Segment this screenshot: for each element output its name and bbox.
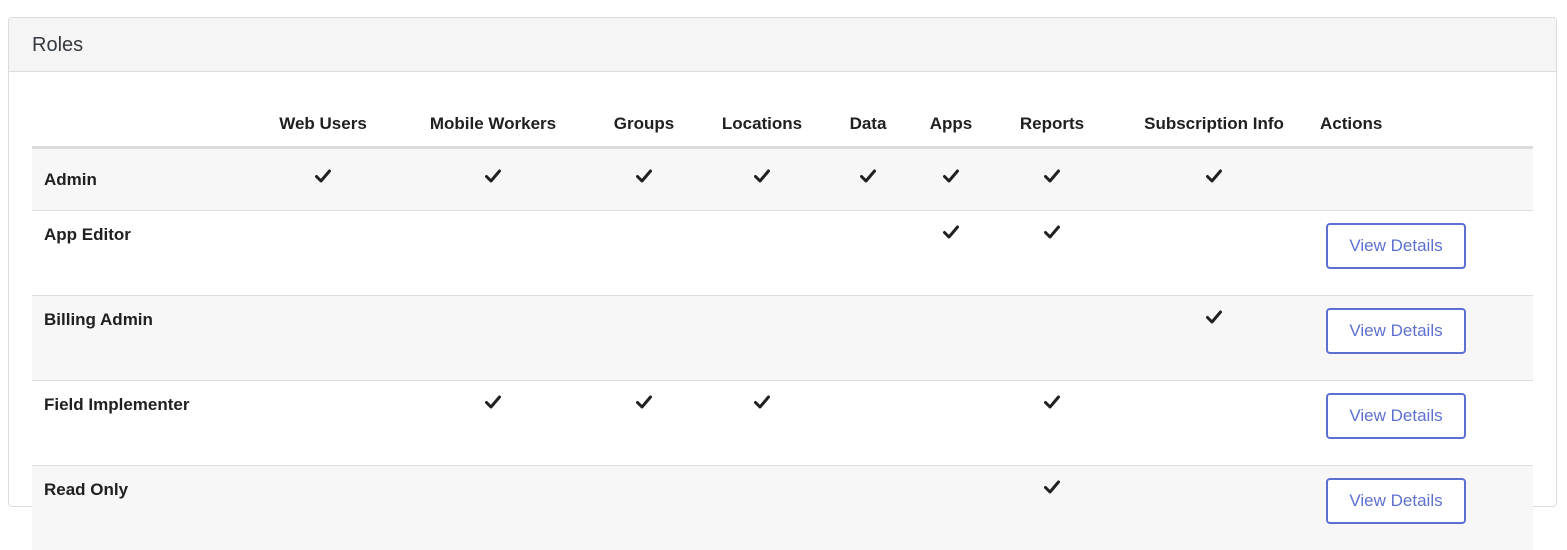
role-name-admin: Admin <box>32 148 248 211</box>
roles-table-body: AdminApp EditorView DetailsBilling Admin… <box>32 148 1533 550</box>
check-icon <box>1044 225 1060 241</box>
permission-cell <box>700 466 824 550</box>
check-icon <box>1044 395 1060 411</box>
roles-panel: Roles Web Users Mobile Workers <box>8 17 1557 507</box>
permission-cell <box>588 148 700 211</box>
permission-cell <box>1114 296 1314 381</box>
header-web-users: Web Users <box>248 101 398 148</box>
header-reports: Reports <box>990 101 1114 148</box>
header-data: Data <box>824 101 912 148</box>
permission-cell <box>990 381 1114 466</box>
actions-cell: View Details <box>1314 211 1533 296</box>
table-row: Read Only View Details <box>32 466 1533 550</box>
view-details-button[interactable]: View Details <box>1326 393 1466 439</box>
permission-cell <box>1114 466 1314 550</box>
table-header-row: Web Users Mobile Workers Groups Location… <box>32 101 1533 148</box>
permission-cell <box>824 211 912 296</box>
permission-cell <box>700 148 824 211</box>
permission-cell <box>824 381 912 466</box>
permission-cell <box>398 296 588 381</box>
permission-cell <box>398 466 588 550</box>
permission-cell <box>912 381 990 466</box>
role-name-billing-admin: Billing Admin <box>32 296 248 381</box>
actions-cell <box>1314 148 1533 211</box>
permission-cell <box>990 148 1114 211</box>
permission-cell <box>588 381 700 466</box>
permission-cell <box>1114 148 1314 211</box>
role-name-read-only: Read Only <box>32 466 248 550</box>
roles-table: Web Users Mobile Workers Groups Location… <box>32 101 1533 550</box>
table-row: Billing Admin View Details <box>32 296 1533 381</box>
header-locations: Locations <box>700 101 824 148</box>
permission-cell <box>912 466 990 550</box>
check-icon <box>485 395 501 411</box>
role-name-field-implementer: Field Implementer <box>32 381 248 466</box>
permission-cell <box>990 466 1114 550</box>
actions-cell: View Details <box>1314 381 1533 466</box>
check-icon <box>943 225 959 241</box>
view-details-button[interactable]: View Details <box>1326 478 1466 524</box>
permission-cell <box>248 296 398 381</box>
header-actions: Actions <box>1314 101 1533 148</box>
permission-cell <box>588 296 700 381</box>
check-icon <box>1044 169 1060 185</box>
permission-cell <box>912 296 990 381</box>
panel-title: Roles <box>9 18 1556 72</box>
permission-cell <box>700 381 824 466</box>
permission-cell <box>824 148 912 211</box>
check-icon <box>943 169 959 185</box>
permission-cell <box>398 148 588 211</box>
permission-cell <box>588 211 700 296</box>
permission-cell <box>248 381 398 466</box>
permission-cell <box>248 211 398 296</box>
permission-cell <box>1114 381 1314 466</box>
permission-cell <box>248 466 398 550</box>
check-icon <box>1044 480 1060 496</box>
check-icon <box>1206 169 1222 185</box>
role-name-app-editor: App Editor <box>32 211 248 296</box>
header-subscription-info: Subscription Info <box>1114 101 1314 148</box>
permission-cell <box>990 211 1114 296</box>
permission-cell <box>990 296 1114 381</box>
permission-cell <box>700 211 824 296</box>
table-row: Field Implementer View Details <box>32 381 1533 466</box>
check-icon <box>485 169 501 185</box>
check-icon <box>860 169 876 185</box>
view-details-button[interactable]: View Details <box>1326 308 1466 354</box>
check-icon <box>636 169 652 185</box>
actions-cell: View Details <box>1314 466 1533 550</box>
permission-cell <box>248 148 398 211</box>
permission-cell <box>1114 211 1314 296</box>
view-details-button[interactable]: View Details <box>1326 223 1466 269</box>
permission-cell <box>700 296 824 381</box>
check-icon <box>1206 310 1222 326</box>
permission-cell <box>398 381 588 466</box>
check-icon <box>315 169 331 185</box>
permission-cell <box>398 211 588 296</box>
permission-cell <box>912 211 990 296</box>
permission-cell <box>824 466 912 550</box>
check-icon <box>754 169 770 185</box>
header-groups: Groups <box>588 101 700 148</box>
header-role-name <box>32 101 248 148</box>
actions-cell: View Details <box>1314 296 1533 381</box>
table-row: Admin <box>32 148 1533 211</box>
header-apps: Apps <box>912 101 990 148</box>
check-icon <box>754 395 770 411</box>
permission-cell <box>824 296 912 381</box>
permission-cell <box>912 148 990 211</box>
permission-cell <box>588 466 700 550</box>
check-icon <box>636 395 652 411</box>
header-mobile-workers: Mobile Workers <box>398 101 588 148</box>
table-row: App Editor View Details <box>32 211 1533 296</box>
